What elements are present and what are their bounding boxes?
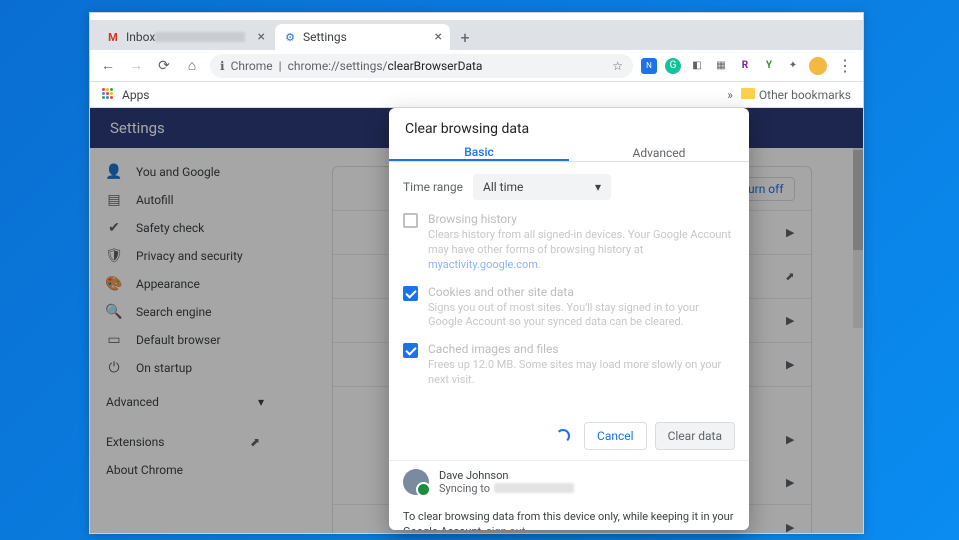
dialog-footer: Cancel Clear data bbox=[389, 412, 749, 460]
tab-close-icon[interactable]: × bbox=[258, 29, 265, 45]
profile-avatar bbox=[403, 469, 429, 495]
extension-y[interactable]: Y bbox=[761, 58, 777, 74]
tab-settings[interactable]: ⚙ Settings × bbox=[275, 24, 450, 50]
profile-name: Dave Johnson bbox=[439, 469, 574, 482]
time-range-select[interactable]: All time ▾ bbox=[473, 174, 611, 200]
address-bar[interactable]: ℹ Chrome | chrome://settings/clearBrowse… bbox=[210, 54, 633, 78]
dialog-body: Time range All time ▾ Browsing history C… bbox=[389, 162, 749, 412]
forward-button[interactable]: → bbox=[126, 56, 146, 76]
folder-icon bbox=[741, 88, 755, 99]
address-sep: | bbox=[279, 59, 282, 73]
bookmark-overflow-icon[interactable]: » bbox=[727, 88, 733, 102]
option-desc: Clears history from all signed-in device… bbox=[428, 228, 735, 273]
loading-spinner-icon bbox=[556, 429, 570, 443]
address-prefix: chrome://settings/ bbox=[288, 59, 388, 73]
clear-browsing-dialog: Clear browsing data Basic Advanced Time … bbox=[389, 108, 749, 530]
option-cookies[interactable]: Cookies and other site data Signs you ou… bbox=[403, 285, 735, 331]
other-bookmarks[interactable]: Other bookmarks bbox=[741, 88, 851, 102]
myactivity-link[interactable]: myactivity.google.com bbox=[428, 258, 538, 271]
site-info-icon[interactable]: ℹ bbox=[220, 59, 225, 73]
profile-row: Dave Johnson Syncing to bbox=[389, 460, 749, 503]
checkbox[interactable] bbox=[403, 213, 418, 228]
extension-new[interactable]: N bbox=[641, 58, 657, 74]
option-desc: Frees up 12.0 MB. Some sites may load mo… bbox=[428, 358, 735, 388]
reload-button[interactable]: ⟳ bbox=[154, 56, 174, 76]
option-title: Browsing history bbox=[428, 212, 735, 226]
option-title: Cached images and files bbox=[428, 342, 735, 356]
profile-avatar-icon[interactable] bbox=[809, 57, 827, 75]
option-cached[interactable]: Cached images and files Frees up 12.0 MB… bbox=[403, 342, 735, 388]
tab-basic[interactable]: Basic bbox=[389, 145, 569, 161]
apps-icon[interactable] bbox=[102, 88, 116, 102]
gmail-icon: M bbox=[106, 30, 120, 44]
tab-gmail[interactable]: M Inbox × bbox=[98, 24, 273, 50]
kebab-menu-icon[interactable]: ⋮ bbox=[835, 56, 855, 75]
address-row: ← → ⟳ ⌂ ℹ Chrome | chrome://settings/cle… bbox=[90, 50, 863, 82]
back-button[interactable]: ← bbox=[98, 56, 118, 76]
bookmarks-bar: Apps » Other bookmarks bbox=[90, 82, 863, 108]
settings-gear-icon: ⚙ bbox=[283, 30, 297, 44]
tab-strip: M Inbox × ⚙ Settings × + bbox=[90, 20, 863, 50]
tab-advanced[interactable]: Advanced bbox=[569, 145, 749, 161]
bookmark-star-icon[interactable]: ☆ bbox=[612, 59, 623, 73]
blurred-email bbox=[494, 483, 574, 493]
time-range-label: Time range bbox=[403, 180, 463, 194]
tab-close-icon[interactable]: × bbox=[435, 29, 442, 45]
dialog-tabs: Basic Advanced bbox=[389, 145, 749, 162]
extension-evernote[interactable]: ▦ bbox=[713, 58, 729, 74]
tab-label: Settings bbox=[303, 30, 347, 44]
cancel-button[interactable]: Cancel bbox=[584, 422, 647, 450]
option-browsing-history[interactable]: Browsing history Clears history from all… bbox=[403, 212, 735, 273]
chevron-down-icon: ▾ bbox=[595, 180, 601, 194]
extension-r[interactable]: R bbox=[737, 58, 753, 74]
extensions-puzzle-icon[interactable]: ✦ bbox=[785, 58, 801, 74]
new-tab-button[interactable]: + bbox=[452, 24, 478, 50]
checkbox[interactable] bbox=[403, 286, 418, 301]
tab-label: Inbox bbox=[126, 30, 155, 44]
clear-data-button[interactable]: Clear data bbox=[655, 422, 735, 450]
signout-note: To clear browsing data from this device … bbox=[389, 503, 749, 530]
sign-out-link[interactable]: sign out bbox=[486, 525, 525, 530]
home-button[interactable]: ⌂ bbox=[182, 56, 202, 76]
extension-grammarly[interactable]: G bbox=[665, 58, 681, 74]
option-desc: Signs you out of most sites. You'll stay… bbox=[428, 301, 735, 331]
browser-window: ─ □ ✕ M Inbox × ⚙ Settings × + ← → ⟳ ⌂ ℹ… bbox=[89, 12, 864, 534]
address-path: clearBrowserData bbox=[388, 59, 483, 73]
tab-blur-text bbox=[155, 32, 245, 42]
option-title: Cookies and other site data bbox=[428, 285, 735, 299]
apps-label[interactable]: Apps bbox=[122, 88, 150, 102]
checkbox[interactable] bbox=[403, 343, 418, 358]
extension-shield[interactable]: ◧ bbox=[689, 58, 705, 74]
address-scheme: Chrome bbox=[231, 59, 273, 73]
time-range-value: All time bbox=[483, 180, 523, 194]
dialog-title: Clear browsing data bbox=[389, 108, 749, 145]
profile-sync: Syncing to bbox=[439, 482, 574, 495]
